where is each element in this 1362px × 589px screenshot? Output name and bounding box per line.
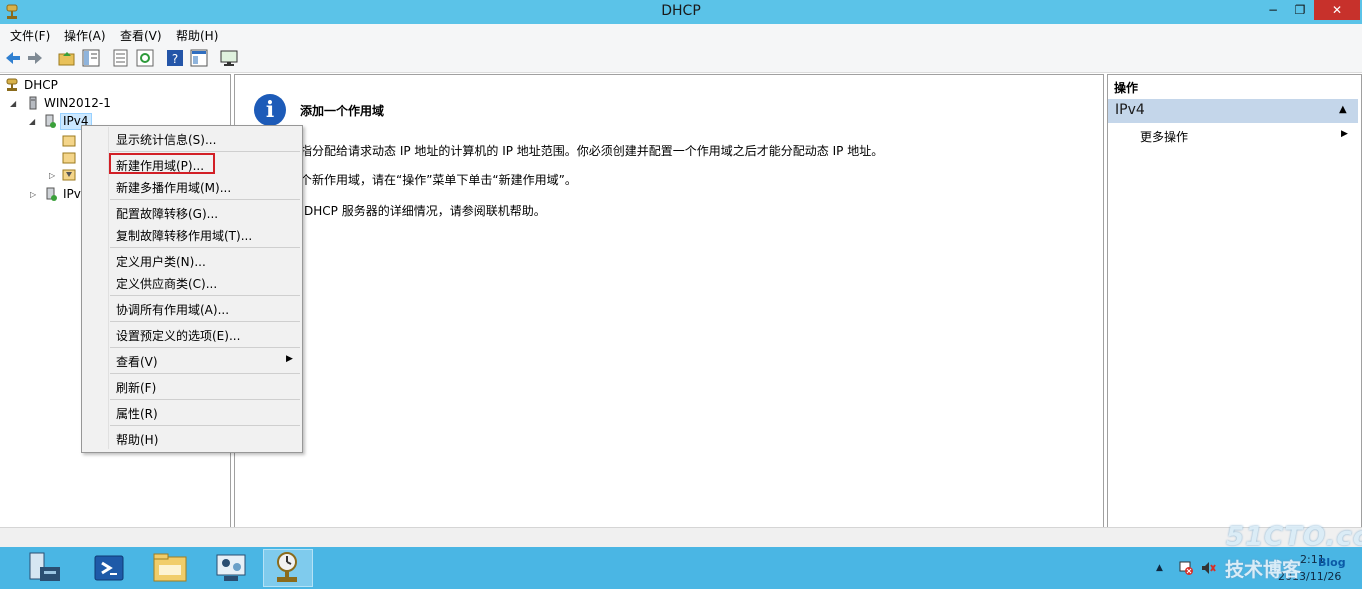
- menu-help[interactable]: 帮助(H): [176, 27, 218, 44]
- forward-arrow-icon[interactable]: [26, 49, 44, 67]
- watermark-blog: Blog: [1318, 556, 1346, 569]
- back-arrow-icon[interactable]: [4, 49, 22, 67]
- content-title: 添加一个作用域: [300, 104, 385, 118]
- watermark-subtitle: 技术博客: [1225, 559, 1302, 581]
- export-list-icon[interactable]: [112, 49, 130, 67]
- new-scope-highlight-box: [109, 153, 215, 174]
- powershell-icon[interactable]: [84, 549, 134, 587]
- collapse-arrow-icon[interactable]: ◢: [10, 99, 16, 108]
- menu-item-view[interactable]: 查看(V): [116, 353, 158, 370]
- tree-item-server[interactable]: WIN2012-1: [44, 94, 111, 112]
- file-explorer-icon[interactable]: [145, 549, 195, 587]
- menu-separator: [110, 151, 300, 152]
- dhcp-root-icon: [6, 78, 18, 91]
- close-button[interactable]: ✕: [1314, 0, 1360, 20]
- svg-text:?: ?: [172, 52, 178, 66]
- menu-separator: [110, 373, 300, 374]
- maximize-button[interactable]: ❐: [1287, 0, 1313, 20]
- menu-separator: [110, 247, 300, 248]
- menu-item-set-predefined-options[interactable]: 设置预定义的选项(E)...: [116, 327, 240, 344]
- monitor-icon[interactable]: [220, 49, 238, 67]
- submenu-arrow-icon: ▶: [1341, 129, 1348, 139]
- menu-item-replicate-failover[interactable]: 复制故障转移作用域(T)...: [116, 227, 252, 244]
- tray-expand-icon[interactable]: ▲: [1156, 563, 1163, 573]
- menu-item-define-user-classes[interactable]: 定义用户类(N)...: [116, 253, 206, 270]
- expand-arrow-icon[interactable]: ▷: [30, 190, 36, 199]
- window-title: DHCP: [661, 3, 701, 19]
- menu-separator: [110, 399, 300, 400]
- submenu-arrow-icon: ▶: [286, 354, 293, 364]
- ipv4-node-icon: [45, 114, 56, 128]
- expand-arrow-icon[interactable]: ▷: [49, 171, 55, 180]
- menu-item-properties[interactable]: 属性(R): [116, 405, 158, 422]
- menu-view[interactable]: 查看(V): [120, 27, 162, 44]
- menu-item-define-vendor-classes[interactable]: 定义供应商类(C)...: [116, 275, 217, 292]
- actions-section-bar[interactable]: [1108, 99, 1358, 123]
- minimize-button[interactable]: −: [1260, 0, 1286, 20]
- collapse-arrow-icon[interactable]: ◢: [29, 117, 35, 126]
- info-icon: i: [254, 94, 286, 126]
- tree-item-dhcp[interactable]: DHCP: [24, 76, 58, 94]
- menu-item-show-statistics[interactable]: 显示统计信息(S)...: [116, 131, 216, 148]
- status-bar: [0, 527, 1362, 548]
- context-menu-gutter: [108, 127, 109, 449]
- collapse-up-icon[interactable]: ▲: [1339, 104, 1347, 115]
- content-description-1: 指分配给请求动态 IP 地址的计算机的 IP 地址范围。你必须创建并配置一个作用…: [300, 144, 884, 158]
- watermark-logo: 51CTO.com: [1226, 522, 1362, 552]
- ipv6-node-icon: [46, 187, 57, 201]
- folder-up-icon[interactable]: [58, 49, 76, 67]
- menu-item-configure-failover[interactable]: 配置故障转移(G)...: [116, 205, 218, 222]
- actions-header: 操作: [1114, 81, 1139, 95]
- more-actions-link[interactable]: 更多操作: [1140, 128, 1188, 145]
- content-description-2: 个新作用域，请在“操作”菜单下单击“新建作用域”。: [300, 173, 577, 187]
- menu-item-help[interactable]: 帮助(H): [116, 431, 158, 448]
- content-description-3: DHCP 服务器的详细情况，请参阅联机帮助。: [304, 204, 546, 218]
- menu-separator: [110, 321, 300, 322]
- policies-icon: [62, 152, 76, 164]
- menu-separator: [110, 347, 300, 348]
- menu-separator: [110, 199, 300, 200]
- menu-file[interactable]: 文件(F): [10, 27, 50, 44]
- menu-item-new-multicast-scope[interactable]: 新建多播作用域(M)...: [116, 179, 231, 196]
- dhcp-icon[interactable]: [263, 549, 313, 587]
- tree-item-ipv6[interactable]: IPv: [63, 185, 81, 203]
- filters-icon: [62, 169, 76, 181]
- actions-section-title: IPv4: [1115, 102, 1145, 118]
- refresh-icon[interactable]: [136, 49, 154, 67]
- server-icon: [29, 96, 37, 110]
- server-options-icon: [62, 135, 76, 147]
- menu-item-refresh[interactable]: 刷新(F): [116, 379, 156, 396]
- properties-icon[interactable]: [190, 49, 208, 67]
- menu-item-reconcile-scopes[interactable]: 协调所有作用域(A)...: [116, 301, 229, 318]
- control-panel-icon[interactable]: [206, 549, 256, 587]
- menu-action[interactable]: 操作(A): [64, 27, 106, 44]
- menu-separator: [110, 295, 300, 296]
- volume-muted-icon[interactable]: [1200, 560, 1216, 576]
- menu-separator: [110, 425, 300, 426]
- server-manager-icon[interactable]: [20, 549, 70, 587]
- network-warning-icon[interactable]: [1178, 560, 1194, 576]
- show-hide-tree-icon[interactable]: [82, 49, 100, 67]
- help-icon[interactable]: ?: [166, 49, 184, 67]
